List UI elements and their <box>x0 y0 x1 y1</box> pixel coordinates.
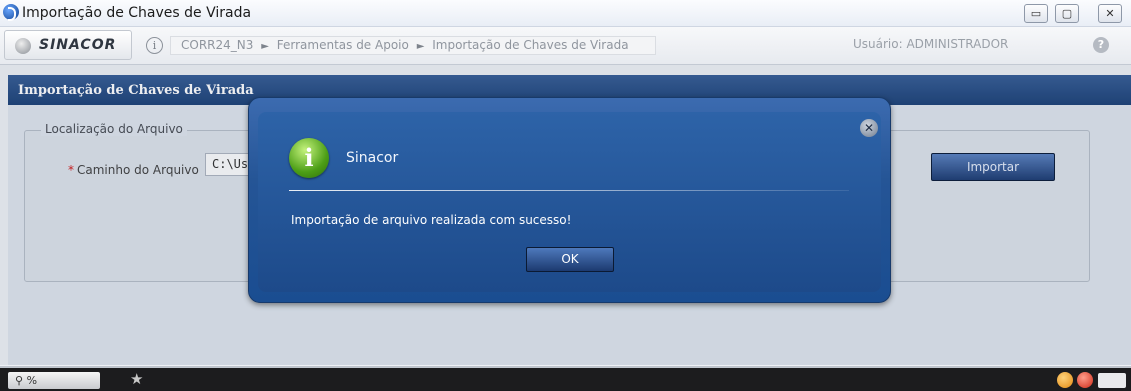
user-label: Usuário: ADMINISTRADOR <box>853 37 1009 51</box>
notification-icon[interactable] <box>1057 372 1073 388</box>
app-header: SINACOR i CORR24_N3 ► Ferramentas de Apo… <box>0 27 1131 65</box>
logo-icon <box>15 38 31 54</box>
breadcrumb: CORR24_N3 ► Ferramentas de Apoio ► Impor… <box>170 36 656 55</box>
logo-text: SINACOR <box>39 37 117 53</box>
help-icon[interactable]: ? <box>1093 37 1109 53</box>
alert-icon[interactable] <box>1077 372 1093 388</box>
dialog-title: Sinacor <box>346 150 399 166</box>
minimize-button[interactable]: ▭ <box>1024 4 1048 23</box>
sinacor-logo[interactable]: SINACOR <box>4 30 132 60</box>
breadcrumb-separator-icon: ► <box>261 41 269 52</box>
close-window-button[interactable]: ✕ <box>1098 4 1122 23</box>
window-title: Importação de Chaves de Virada <box>22 5 252 21</box>
search-icon: ⚲ <box>15 374 24 387</box>
app-icon <box>3 4 19 21</box>
breadcrumb-item[interactable]: Ferramentas de Apoio <box>277 38 409 52</box>
maximize-button[interactable]: ▢ <box>1055 4 1079 23</box>
dialog-divider <box>289 190 849 191</box>
close-icon[interactable]: ✕ <box>860 119 878 137</box>
zoom-value: % <box>26 374 38 387</box>
dialog-message: Importação de arquivo realizada com suce… <box>291 213 572 227</box>
zoom-control[interactable]: ⚲ % <box>8 372 100 389</box>
star-icon[interactable]: ★ <box>130 370 143 388</box>
breadcrumb-separator-icon: ► <box>416 41 425 52</box>
info-icon: i <box>289 138 329 178</box>
status-bar: ⚲ % ★ <box>0 366 1131 391</box>
status-end-widget[interactable] <box>1098 373 1126 388</box>
success-dialog: i Sinacor ✕ Importação de arquivo realiz… <box>248 97 891 303</box>
window-titlebar: Importação de Chaves de Virada ▭ ▢ ✕ <box>0 0 1131 27</box>
breadcrumb-item: Importação de Chaves de Virada <box>432 38 629 52</box>
breadcrumb-item[interactable]: CORR24_N3 <box>181 38 253 52</box>
ok-button[interactable]: OK <box>526 247 614 272</box>
info-icon[interactable]: i <box>146 37 163 54</box>
